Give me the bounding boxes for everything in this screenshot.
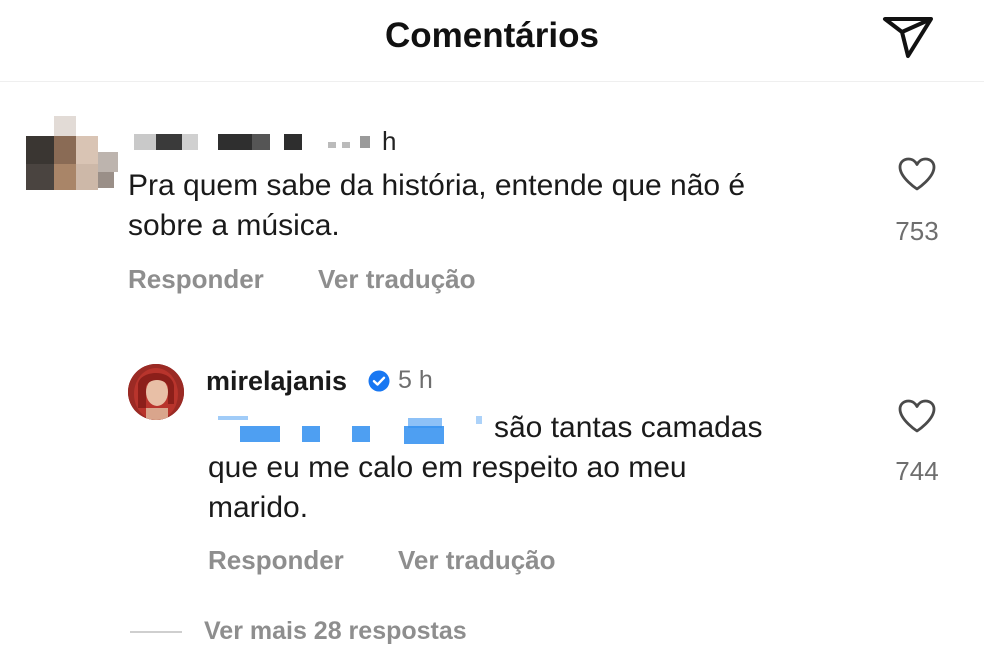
reply-text-line-2: que eu me calo em respeito ao meu [208, 451, 687, 484]
view-more-replies-button[interactable]: Ver mais 28 respostas [204, 617, 467, 646]
reply-username[interactable]: mirelajanis [206, 366, 347, 397]
avatar[interactable] [26, 116, 118, 198]
like-count: 744 [895, 456, 939, 486]
avatar-photo [128, 364, 184, 420]
heart-icon[interactable] [897, 398, 937, 434]
heart-icon[interactable] [897, 156, 937, 192]
mention-blurred[interactable] [210, 412, 490, 448]
reply-text-line-1: são tantas camadas [494, 411, 763, 444]
username-blurred[interactable]: h [134, 126, 414, 156]
reply-button[interactable]: Responder [128, 264, 264, 295]
divider-line [130, 631, 182, 633]
comment-time: h [382, 126, 397, 156]
reply-button[interactable]: Responder [208, 545, 344, 576]
reply-time: 5 h [398, 366, 433, 394]
avatar[interactable] [128, 364, 184, 420]
translate-button[interactable]: Ver tradução [398, 545, 556, 576]
like-count: 753 [895, 216, 939, 246]
reply-text-line-3: marido. [208, 491, 309, 524]
comment-text-line-1: Pra quem sabe da história, entende que n… [128, 169, 746, 202]
translate-button[interactable]: Ver tradução [318, 264, 476, 295]
comment-text-line-2: sobre a música. [128, 209, 340, 242]
verified-badge-icon [368, 370, 390, 392]
paper-plane-icon[interactable] [878, 10, 938, 62]
header: Comentários [0, 0, 984, 82]
page-title: Comentários [385, 16, 599, 55]
